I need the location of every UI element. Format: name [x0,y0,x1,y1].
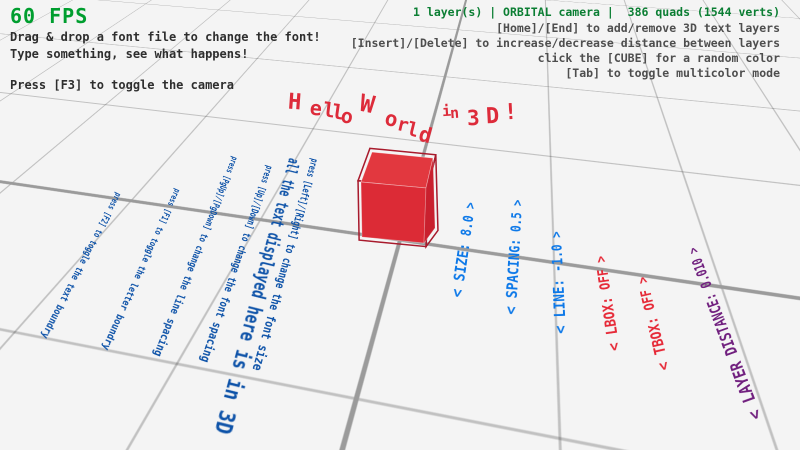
app-window: < SIZE: 8.0 >< SPACING: 0.5 >< LINE: -1.… [0,0,800,450]
cube-faces[interactable] [361,152,435,243]
cube[interactable] [0,0,800,450]
